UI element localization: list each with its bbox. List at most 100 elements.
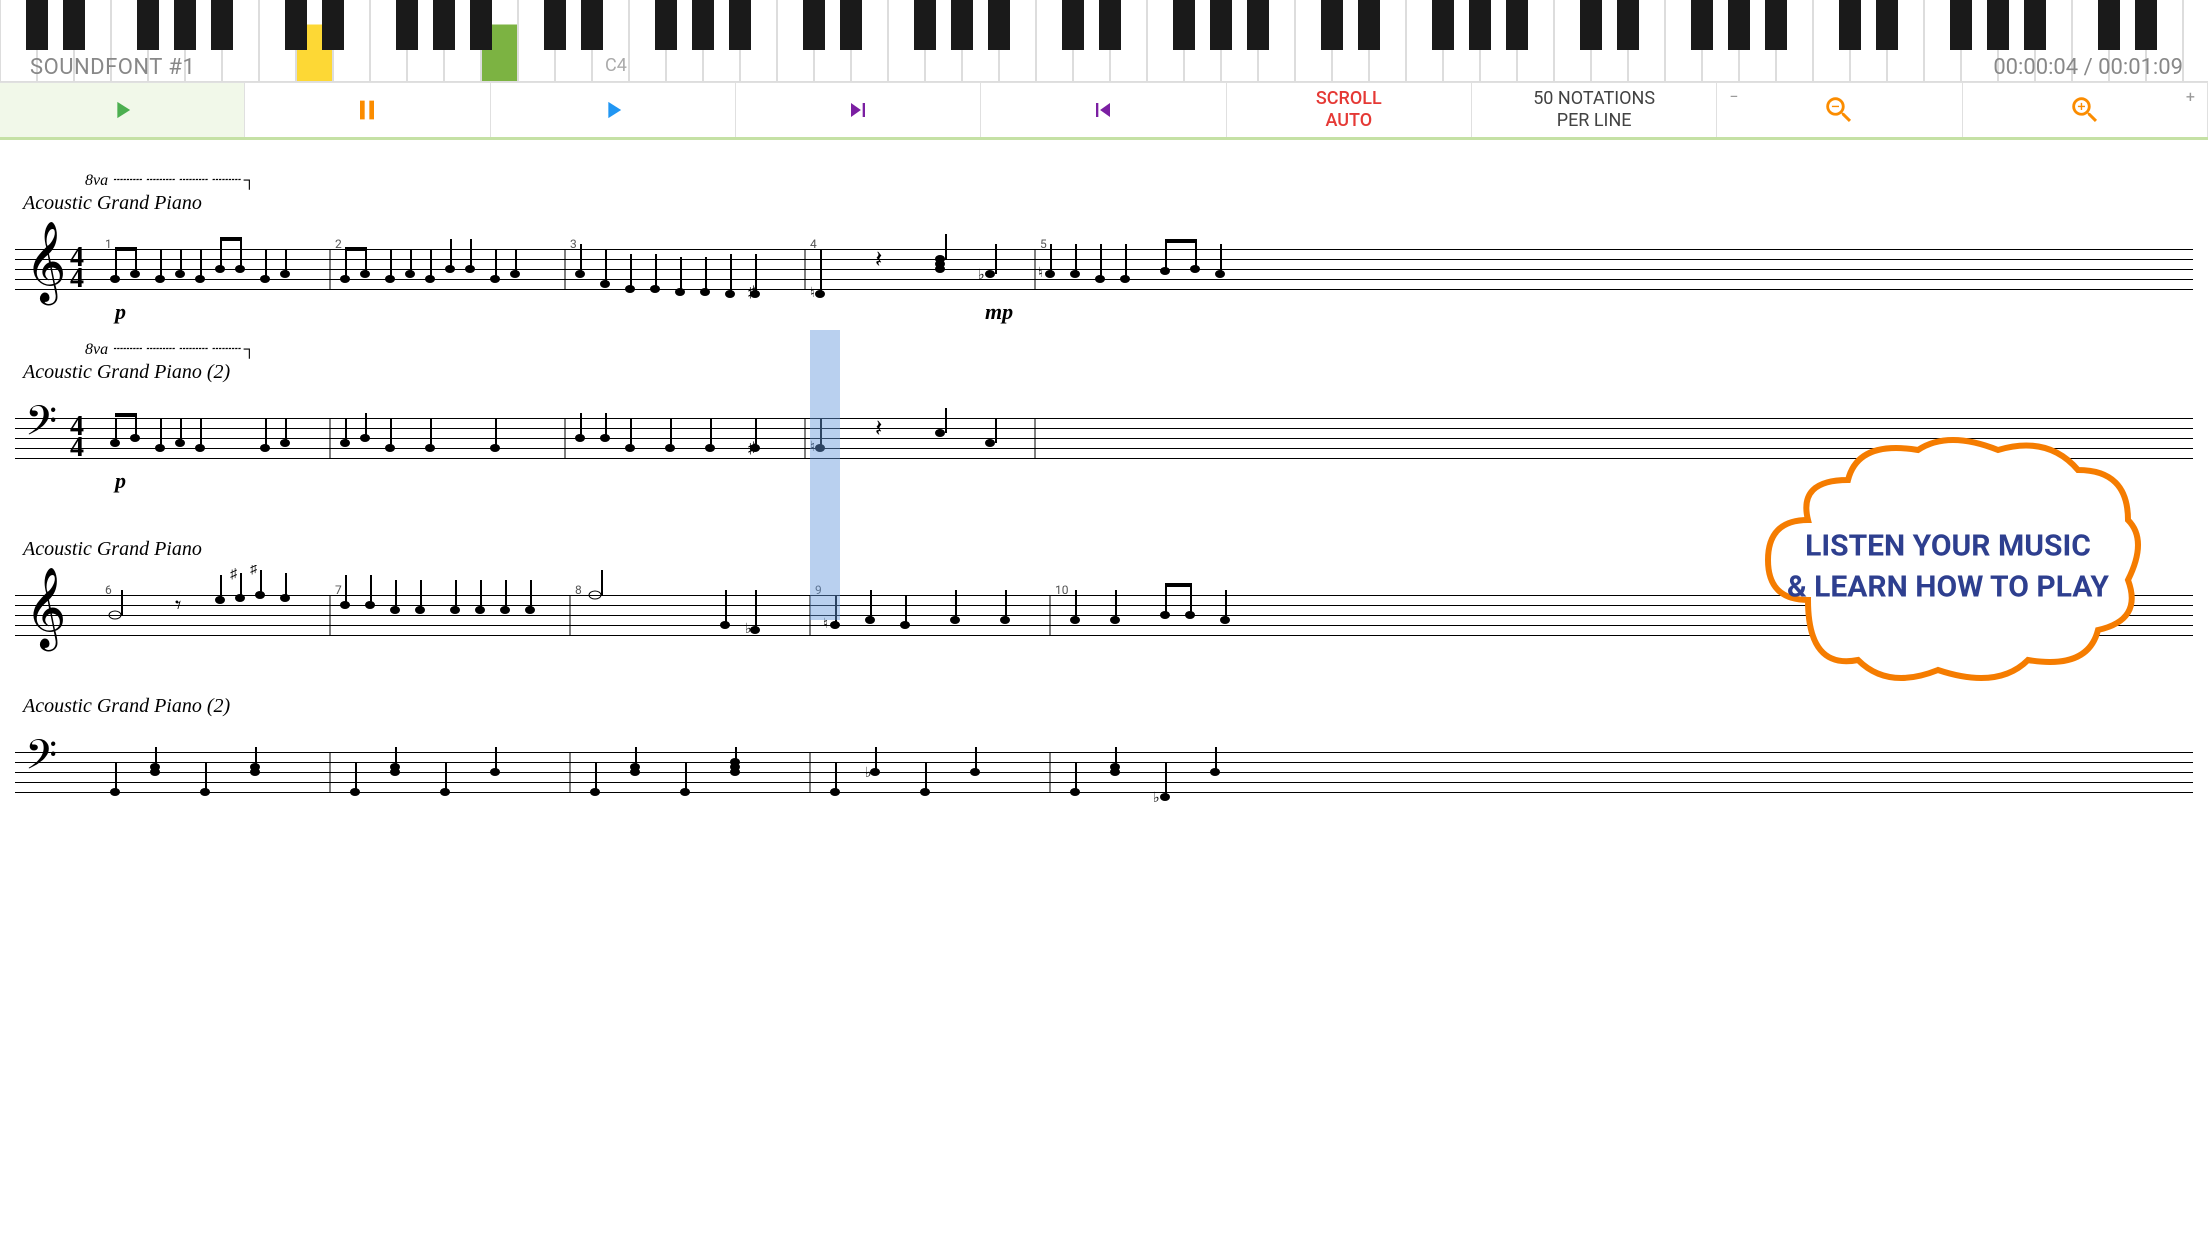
piano-black-key[interactable] bbox=[2135, 0, 2157, 50]
play-icon bbox=[108, 96, 136, 124]
toolbar: SCROLL AUTO 50 NOTATIONS PER LINE − + bbox=[0, 82, 2208, 140]
svg-text:♭: ♭ bbox=[865, 765, 872, 781]
zoom-in-button[interactable]: + bbox=[1963, 83, 2208, 137]
piano-black-key[interactable] bbox=[470, 0, 492, 50]
piano-black-key[interactable] bbox=[1210, 0, 1232, 50]
next-button[interactable] bbox=[736, 83, 981, 137]
notes-svg: ♯ ♮ 𝄽 ♭ ♮ bbox=[105, 219, 2193, 319]
piano-black-key[interactable] bbox=[1099, 0, 1121, 50]
pause-button[interactable] bbox=[245, 83, 490, 137]
svg-text:♭: ♭ bbox=[1153, 790, 1160, 806]
play-alt-icon bbox=[599, 96, 627, 124]
svg-text:♯: ♯ bbox=[748, 282, 756, 301]
notes-svg: ♭ ♭ bbox=[105, 722, 2193, 822]
piano-black-key[interactable] bbox=[840, 0, 862, 50]
scroll-label-1: SCROLL bbox=[1316, 88, 1382, 110]
piano-black-key[interactable] bbox=[655, 0, 677, 50]
soundfont-label: SOUNDFONT #1 bbox=[30, 55, 195, 80]
scroll-label-2: AUTO bbox=[1316, 110, 1382, 132]
staff-label-1: Acoustic Grand Piano bbox=[23, 192, 2193, 215]
zoom-in-icon bbox=[2068, 93, 2102, 127]
play-alt-button[interactable] bbox=[491, 83, 736, 137]
zoom-out-icon bbox=[1822, 93, 1856, 127]
piano-black-key[interactable] bbox=[1062, 0, 1084, 50]
score-area[interactable]: 8va ┄┄┄ ┄┄┄ ┄┄┄ ┄┄┄ ┐ Acoustic Grand Pia… bbox=[0, 140, 2208, 1239]
staff-label-2: Acoustic Grand Piano (2) bbox=[23, 361, 2193, 384]
piano-black-key[interactable] bbox=[1173, 0, 1195, 50]
dynamic-p: p bbox=[115, 299, 126, 325]
piano-black-key[interactable] bbox=[137, 0, 159, 50]
svg-text:♯: ♯ bbox=[230, 566, 238, 582]
callout-text: LISTEN YOUR MUSIC & LEARN HOW TO PLAY bbox=[1768, 527, 2128, 608]
piano-black-key[interactable] bbox=[1469, 0, 1491, 50]
svg-text:𝄽: 𝄽 bbox=[875, 414, 882, 442]
treble-clef-icon: 𝄞 bbox=[25, 573, 66, 643]
piano-black-key[interactable] bbox=[396, 0, 418, 50]
notations-label-2: PER LINE bbox=[1533, 110, 1655, 132]
svg-text:♯: ♯ bbox=[250, 565, 258, 577]
piano-black-key[interactable] bbox=[1432, 0, 1454, 50]
ottava-marking: 8va ┄┄┄ ┄┄┄ ┄┄┄ ┄┄┄ ┐ bbox=[85, 170, 2193, 190]
svg-text:𝄽: 𝄽 bbox=[875, 245, 882, 273]
c4-label: C4 bbox=[605, 55, 627, 76]
piano-black-key[interactable] bbox=[951, 0, 973, 50]
svg-text:𝄾: 𝄾 bbox=[175, 591, 181, 619]
time-signature: 44 bbox=[70, 416, 84, 458]
skip-next-icon bbox=[844, 96, 872, 124]
piano-white-key[interactable] bbox=[2183, 0, 2208, 82]
piano-black-key[interactable] bbox=[1839, 0, 1861, 50]
piano-black-key[interactable] bbox=[2098, 0, 2120, 50]
svg-text:♯: ♯ bbox=[748, 438, 756, 457]
scroll-mode-button[interactable]: SCROLL AUTO bbox=[1227, 83, 1472, 137]
piano-black-key[interactable] bbox=[211, 0, 233, 50]
notations-button[interactable]: 50 NOTATIONS PER LINE bbox=[1472, 83, 1717, 137]
bass-clef-icon: 𝄢 bbox=[25, 402, 57, 452]
callout-cloud: LISTEN YOUR MUSIC & LEARN HOW TO PLAY bbox=[1748, 420, 2148, 714]
previous-button[interactable] bbox=[981, 83, 1226, 137]
piano-black-key[interactable] bbox=[1580, 0, 1602, 50]
piano-black-key[interactable] bbox=[1765, 0, 1787, 50]
ottava-marking-2: 8va ┄┄┄ ┄┄┄ ┄┄┄ ┄┄┄ ┐ bbox=[85, 339, 2193, 359]
playback-cursor bbox=[810, 330, 840, 620]
piano-black-key[interactable] bbox=[914, 0, 936, 50]
piano-black-key[interactable] bbox=[26, 0, 48, 50]
zoom-plus-indicator: + bbox=[2186, 87, 2195, 106]
piano-black-key[interactable] bbox=[1321, 0, 1343, 50]
piano-black-key[interactable] bbox=[988, 0, 1010, 50]
piano-black-key[interactable] bbox=[692, 0, 714, 50]
piano-black-key[interactable] bbox=[544, 0, 566, 50]
time-signature: 44 bbox=[70, 247, 84, 289]
zoom-out-button[interactable]: − bbox=[1717, 83, 1962, 137]
piano-black-key[interactable] bbox=[1506, 0, 1528, 50]
piano-black-key[interactable] bbox=[803, 0, 825, 50]
piano-black-key[interactable] bbox=[1247, 0, 1269, 50]
piano-black-key[interactable] bbox=[2024, 0, 2046, 50]
play-button[interactable] bbox=[0, 83, 245, 137]
piano-black-key[interactable] bbox=[729, 0, 751, 50]
playback-time: 00:00:04 / 00:01:09 bbox=[1993, 55, 2183, 80]
svg-text:♮: ♮ bbox=[1038, 265, 1043, 281]
piano-black-key[interactable] bbox=[1617, 0, 1639, 50]
piano-black-key[interactable] bbox=[322, 0, 344, 50]
piano-black-key[interactable] bbox=[1728, 0, 1750, 50]
piano-black-key[interactable] bbox=[1358, 0, 1380, 50]
piano-black-key[interactable] bbox=[285, 0, 307, 50]
piano-black-key[interactable] bbox=[1876, 0, 1898, 50]
dynamic-mp: mp bbox=[985, 299, 1013, 325]
piano-black-key[interactable] bbox=[1987, 0, 2009, 50]
treble-clef-icon: 𝄞 bbox=[25, 227, 66, 297]
svg-text:♭: ♭ bbox=[978, 267, 985, 283]
piano-black-key[interactable] bbox=[433, 0, 455, 50]
svg-text:♭: ♭ bbox=[745, 621, 752, 637]
piano-keyboard[interactable]: SOUNDFONT #1 C4 00:00:04 / 00:01:09 bbox=[0, 0, 2208, 82]
piano-black-key[interactable] bbox=[174, 0, 196, 50]
piano-black-key[interactable] bbox=[63, 0, 85, 50]
piano-black-key[interactable] bbox=[581, 0, 603, 50]
bass-staff-2: 𝄢 bbox=[15, 722, 2193, 822]
piano-black-key[interactable] bbox=[1950, 0, 1972, 50]
skip-previous-icon bbox=[1089, 96, 1117, 124]
bass-clef-icon: 𝄢 bbox=[25, 736, 57, 786]
piano-black-key[interactable] bbox=[1691, 0, 1713, 50]
dynamic-p: p bbox=[115, 468, 126, 494]
zoom-minus-indicator: − bbox=[1729, 87, 1738, 106]
